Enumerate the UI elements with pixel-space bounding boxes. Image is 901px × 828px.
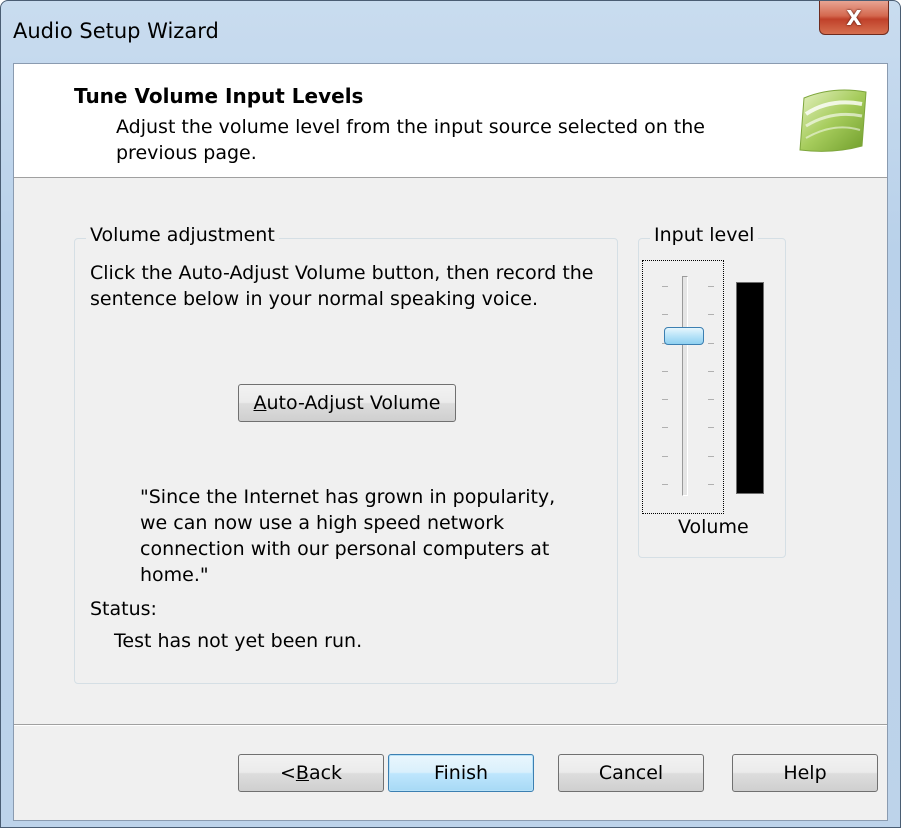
title-bar[interactable]: Audio Setup Wizard X — [1, 1, 900, 63]
close-icon: X — [846, 5, 862, 30]
slider-tick — [662, 456, 668, 457]
status-label: Status: — [90, 598, 157, 620]
wizard-logo-icon — [799, 89, 867, 152]
volume-slider-thumb[interactable] — [664, 327, 704, 345]
volume-slider-track[interactable] — [682, 276, 688, 496]
wizard-header: Tune Volume Input Levels Adjust the volu… — [14, 64, 887, 178]
page-subtitle: Adjust the volume level from the input s… — [116, 116, 705, 164]
finish-button[interactable]: Finish — [388, 754, 534, 792]
test-sentence: "Since the Internet has grown in popular… — [140, 486, 556, 586]
slider-tick — [662, 371, 668, 372]
slider-tick — [708, 371, 714, 372]
slider-tick — [708, 399, 714, 400]
cancel-button[interactable]: Cancel — [558, 754, 704, 792]
slider-tick — [662, 286, 668, 287]
status-text: Test has not yet been run. — [114, 630, 363, 652]
input-level-label: Input level — [650, 224, 759, 246]
window-title: Audio Setup Wizard — [13, 19, 219, 43]
page-title: Tune Volume Input Levels — [74, 84, 364, 108]
close-button[interactable]: X — [819, 1, 889, 35]
volume-slider-label: Volume — [678, 516, 749, 538]
back-label: ack — [308, 762, 343, 784]
slider-tick — [662, 314, 668, 315]
slider-tick — [662, 427, 668, 428]
back-button[interactable]: < Back — [238, 754, 384, 792]
auto-adjust-label: uto-Adjust Volume — [266, 392, 441, 414]
wizard-window: Audio Setup Wizard X Tune Volume Input L… — [0, 0, 901, 828]
instructions-text: Click the Auto-Adjust Volume button, the… — [90, 262, 594, 310]
input-level-meter — [736, 282, 764, 494]
wizard-client-area: Tune Volume Input Levels Adjust the volu… — [13, 63, 888, 821]
slider-tick — [662, 484, 668, 485]
auto-adjust-volume-button[interactable]: Auto-Adjust Volume — [238, 384, 456, 422]
help-button[interactable]: Help — [732, 754, 878, 792]
back-accelerator: B — [295, 762, 309, 784]
slider-tick — [708, 286, 714, 287]
slider-tick — [708, 343, 714, 344]
slider-tick — [708, 456, 714, 457]
back-prefix: < — [279, 762, 296, 784]
footer-divider — [14, 724, 887, 726]
slider-tick — [708, 427, 714, 428]
slider-tick — [662, 399, 668, 400]
volume-adjustment-label: Volume adjustment — [86, 224, 279, 246]
slider-tick — [708, 314, 714, 315]
slider-tick — [708, 484, 714, 485]
auto-adjust-accelerator: A — [253, 392, 267, 414]
